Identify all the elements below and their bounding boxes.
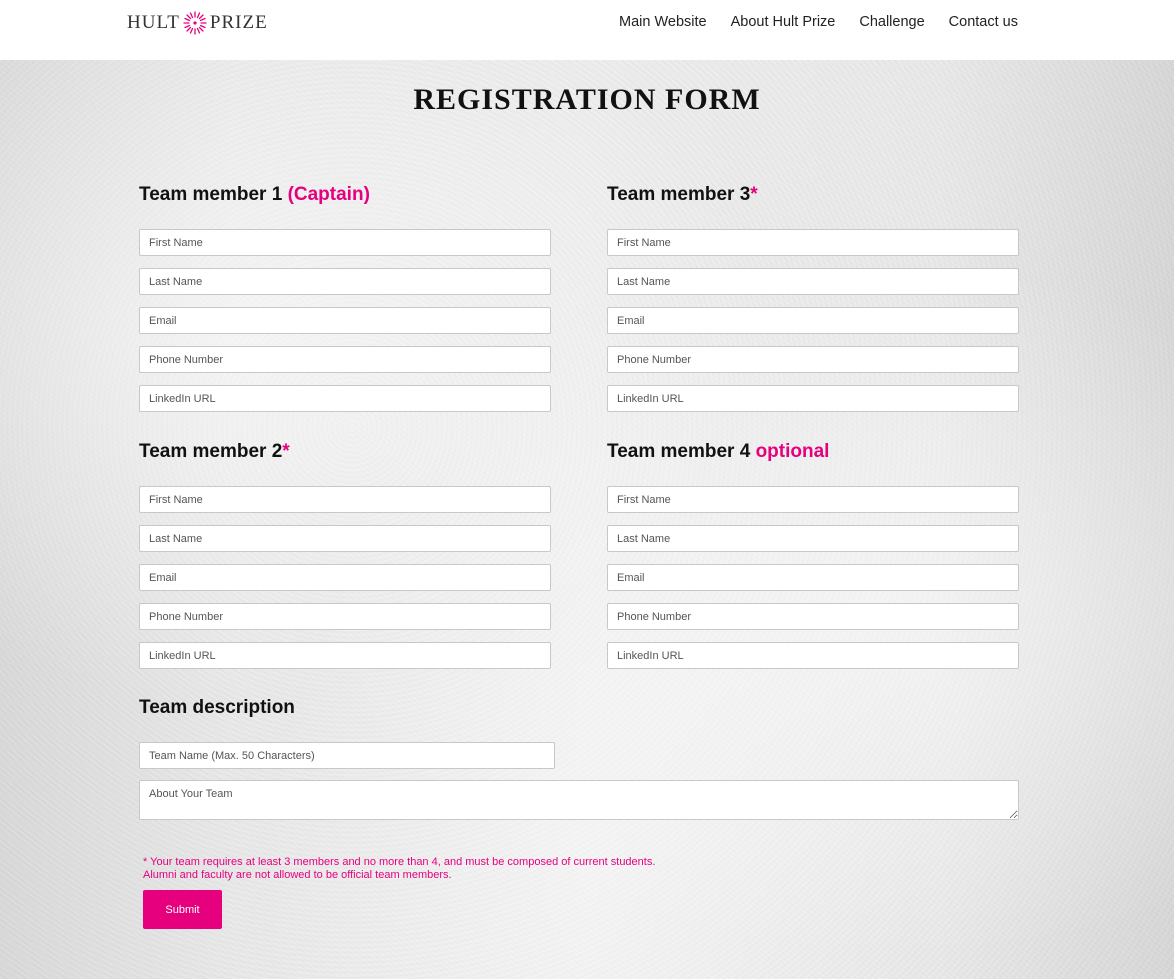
member-1-heading-accent: (Captain): [287, 184, 370, 205]
eligibility-note: * Your team requires at least 3 members …: [143, 856, 843, 882]
member-4-last-name-input[interactable]: [607, 525, 1019, 552]
member-3-heading-text: Team member 3: [607, 184, 751, 205]
member-1-last-name-input[interactable]: [139, 268, 551, 295]
about-team-textarea[interactable]: [139, 780, 1019, 820]
member-2-section: Team member 2*: [139, 441, 551, 681]
member-1-first-name-input[interactable]: [139, 229, 551, 256]
member-4-first-name-input[interactable]: [607, 486, 1019, 513]
member-3-linkedin-input[interactable]: [607, 385, 1019, 412]
hult-prize-logo[interactable]: HULT PRIZE: [127, 8, 268, 38]
member-4-linkedin-input[interactable]: [607, 642, 1019, 669]
member-4-optional-label: optional: [755, 441, 830, 462]
registration-form: REGISTRATION FORM Team member 1 (Captain…: [0, 60, 1174, 979]
member-2-phone-input[interactable]: [139, 603, 551, 630]
member-3-email-input[interactable]: [607, 307, 1019, 334]
nav-main-website[interactable]: Main Website: [619, 14, 707, 30]
team-description-heading: Team description: [139, 697, 295, 718]
member-4-heading: Team member 4 optional: [607, 441, 1019, 467]
submit-button[interactable]: Submit: [143, 890, 222, 929]
eligibility-note-line-1: * Your team requires at least 3 members …: [143, 856, 656, 868]
site-header: HULT PRIZE Main Website About Hult Prize…: [0, 0, 1174, 60]
page-title: REGISTRATION FORM: [413, 83, 761, 116]
member-2-linkedin-input[interactable]: [139, 642, 551, 669]
member-4-email-input[interactable]: [607, 564, 1019, 591]
member-2-heading-text: Team member 2: [139, 441, 283, 462]
nav-challenge[interactable]: Challenge: [859, 14, 924, 30]
member-4-phone-input[interactable]: [607, 603, 1019, 630]
main-nav: Main Website About Hult Prize Challenge …: [619, 14, 1018, 30]
member-3-last-name-input[interactable]: [607, 268, 1019, 295]
member-3-heading: Team member 3*: [607, 184, 1019, 210]
member-3-phone-input[interactable]: [607, 346, 1019, 373]
member-1-section: Team member 1 (Captain): [139, 184, 551, 424]
member-3-required-mark: *: [750, 184, 758, 205]
member-2-first-name-input[interactable]: [139, 486, 551, 513]
logo-text-right: PRIZE: [209, 12, 268, 33]
member-3-section: Team member 3*: [607, 184, 1019, 424]
member-1-email-input[interactable]: [139, 307, 551, 334]
starburst-icon: [183, 11, 207, 35]
logo-text-left: HULT: [127, 12, 180, 33]
member-1-heading: Team member 1 (Captain): [139, 184, 551, 210]
team-description-section: Team description: [139, 697, 559, 781]
nav-about-hult-prize[interactable]: About Hult Prize: [731, 14, 836, 30]
member-3-first-name-input[interactable]: [607, 229, 1019, 256]
member-2-last-name-input[interactable]: [139, 525, 551, 552]
member-1-heading-text: Team member 1: [139, 184, 283, 205]
member-2-email-input[interactable]: [139, 564, 551, 591]
team-name-input[interactable]: [139, 742, 555, 769]
member-1-phone-input[interactable]: [139, 346, 551, 373]
member-4-heading-text: Team member 4: [607, 441, 751, 462]
member-2-required-mark: *: [282, 441, 290, 462]
member-4-section: Team member 4 optional: [607, 441, 1019, 681]
member-1-linkedin-input[interactable]: [139, 385, 551, 412]
member-2-heading: Team member 2*: [139, 441, 551, 467]
nav-contact-us[interactable]: Contact us: [949, 14, 1018, 30]
eligibility-note-line-2: Alumni and faculty are not allowed to be…: [143, 869, 452, 881]
